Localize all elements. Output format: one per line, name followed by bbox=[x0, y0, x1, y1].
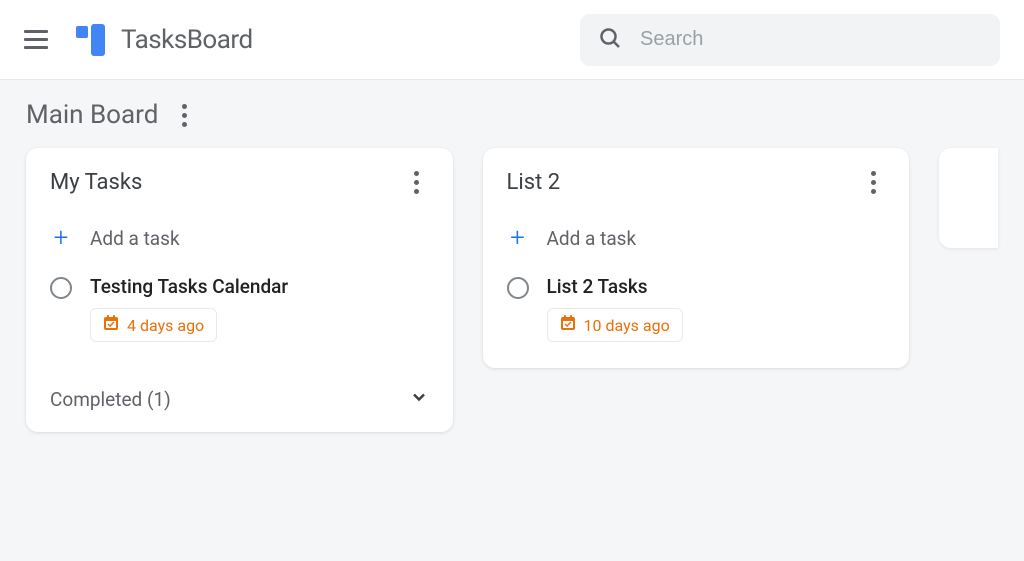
task-date-chip[interactable]: 10 days ago bbox=[547, 308, 683, 342]
task-title[interactable]: Testing Tasks Calendar bbox=[90, 275, 429, 298]
logo-icon bbox=[76, 24, 105, 56]
task-title[interactable]: List 2 Tasks bbox=[547, 275, 886, 298]
menu-icon[interactable] bbox=[24, 24, 56, 56]
task-date: 4 days ago bbox=[127, 316, 204, 335]
list-menu-icon[interactable] bbox=[405, 171, 429, 195]
completed-label: Completed (1) bbox=[50, 388, 171, 411]
list-card-peek[interactable] bbox=[939, 148, 998, 248]
list-header: List 2 bbox=[483, 170, 910, 213]
app-logo[interactable]: TasksBoard bbox=[76, 24, 253, 56]
plus-icon: + bbox=[50, 225, 72, 251]
list-card: List 2 + Add a task List 2 Tasks bbox=[483, 148, 910, 368]
list-header: My Tasks bbox=[26, 170, 453, 213]
board-area: Main Board My Tasks + Add a task T bbox=[0, 80, 1024, 452]
list-title: My Tasks bbox=[50, 170, 142, 195]
lists-row: My Tasks + Add a task Testing Tasks Cale… bbox=[26, 148, 998, 432]
board-title: Main Board bbox=[26, 100, 158, 130]
list-title: List 2 bbox=[507, 170, 561, 195]
calendar-icon bbox=[560, 315, 576, 335]
topbar: TasksBoard bbox=[0, 0, 1024, 80]
add-task-label: Add a task bbox=[90, 227, 180, 250]
board-header: Main Board bbox=[26, 100, 998, 130]
task-complete-toggle[interactable] bbox=[507, 277, 529, 299]
task-row[interactable]: Testing Tasks Calendar bbox=[26, 267, 453, 358]
plus-icon: + bbox=[507, 225, 529, 251]
search-icon bbox=[598, 26, 622, 54]
task-complete-toggle[interactable] bbox=[50, 277, 72, 299]
task-content: List 2 Tasks 1 bbox=[547, 275, 886, 342]
list-card: My Tasks + Add a task Testing Tasks Cale… bbox=[26, 148, 453, 432]
task-date: 10 days ago bbox=[584, 316, 670, 335]
task-row[interactable]: List 2 Tasks 1 bbox=[483, 267, 910, 368]
task-date-chip[interactable]: 4 days ago bbox=[90, 308, 217, 342]
calendar-icon bbox=[103, 315, 119, 335]
board-menu-icon[interactable] bbox=[172, 103, 196, 127]
search-input[interactable] bbox=[640, 28, 982, 51]
add-task-button[interactable]: + Add a task bbox=[483, 213, 910, 267]
add-task-button[interactable]: + Add a task bbox=[26, 213, 453, 267]
task-content: Testing Tasks Calendar bbox=[90, 275, 429, 342]
add-task-label: Add a task bbox=[547, 227, 637, 250]
chevron-down-icon bbox=[409, 387, 429, 412]
search-bar[interactable] bbox=[580, 14, 1000, 66]
completed-toggle[interactable]: Completed (1) bbox=[26, 368, 453, 432]
app-name: TasksBoard bbox=[121, 25, 253, 55]
list-menu-icon[interactable] bbox=[861, 171, 885, 195]
